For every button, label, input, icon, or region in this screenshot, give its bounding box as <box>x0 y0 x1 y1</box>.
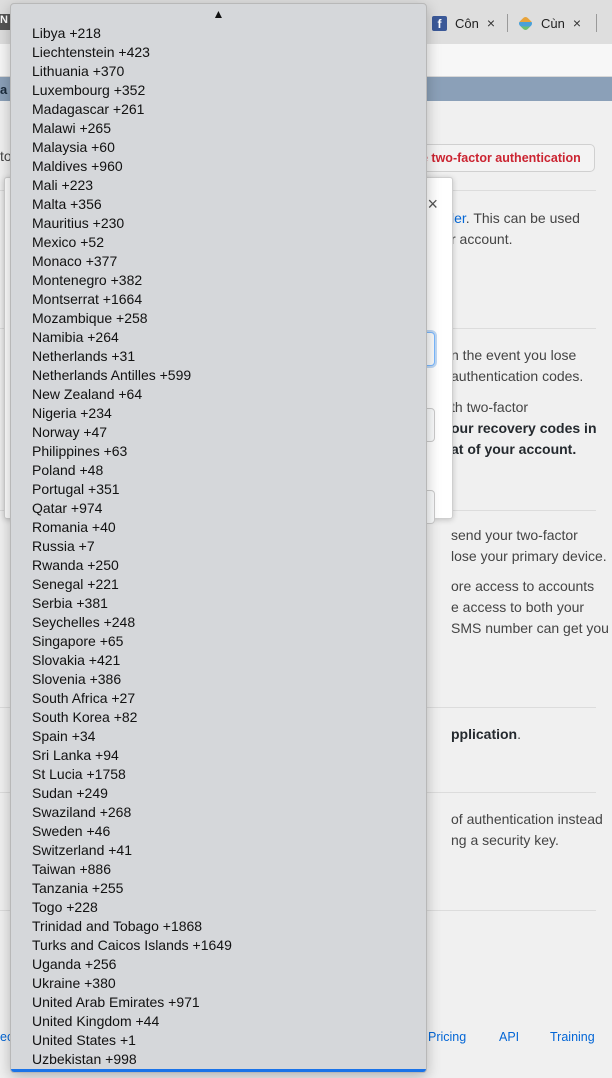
country-option[interactable]: Mali +223 <box>11 176 426 195</box>
country-option[interactable]: Norway +47 <box>11 423 426 442</box>
country-option[interactable]: Senegal +221 <box>11 575 426 594</box>
country-option[interactable]: Montenegro +382 <box>11 271 426 290</box>
description-line: ler. This can be used <box>451 208 580 229</box>
country-option-list: Libya +218 Liechtenstein +423 Lithuania +3… <box>11 24 426 1072</box>
country-option[interactable]: Mauritius +230 <box>11 214 426 233</box>
country-option[interactable]: Venezuela +58 <box>11 1069 426 1072</box>
country-option[interactable]: Serbia +381 <box>11 594 426 613</box>
country-option[interactable]: New Zealand +64 <box>11 385 426 404</box>
scroll-up-arrow-icon[interactable]: ▲ <box>11 4 426 23</box>
recovery-text: th two-factor <box>451 399 529 415</box>
close-tab-icon[interactable]: × <box>573 15 581 31</box>
country-option[interactable]: Maldives +960 <box>11 157 426 176</box>
country-option[interactable]: Sweden +46 <box>11 822 426 841</box>
tab-title: Côn <box>455 15 479 31</box>
country-option[interactable]: Netherlands Antilles +599 <box>11 366 426 385</box>
disable-2fa-button[interactable]: e two-factor authentication <box>412 144 595 172</box>
authenticator-app-text: pplication. <box>451 726 522 742</box>
country-option[interactable]: Luxembourg +352 <box>11 81 426 100</box>
country-option[interactable]: Singapore +65 <box>11 632 426 651</box>
country-option[interactable]: Russia +7 <box>11 537 426 556</box>
country-option[interactable]: Togo +228 <box>11 898 426 917</box>
browser-tab-facebook[interactable]: f Côn × <box>432 12 495 34</box>
country-option[interactable]: Trinidad and Tobago +1868 <box>11 917 426 936</box>
country-option[interactable]: Taiwan +886 <box>11 860 426 879</box>
country-option[interactable]: Sri Lanka +94 <box>11 746 426 765</box>
browser-tab-pinwheel[interactable]: Cùn × <box>518 12 581 34</box>
country-option[interactable]: Poland +48 <box>11 461 426 480</box>
recovery-text: n the event you lose <box>451 347 577 363</box>
country-option[interactable]: South Africa +27 <box>11 689 426 708</box>
country-option[interactable]: Sudan +249 <box>11 784 426 803</box>
help-link[interactable]: ler <box>451 210 466 226</box>
sms-text: SMS number can get you <box>451 620 609 636</box>
country-option[interactable]: Madagascar +261 <box>11 100 426 119</box>
country-option[interactable]: Ukraine +380 <box>11 974 426 993</box>
site-header-partial-text: a <box>0 82 8 97</box>
close-tab-icon[interactable]: × <box>487 15 495 31</box>
country-option[interactable]: Mexico +52 <box>11 233 426 252</box>
footer-link-pricing[interactable]: Pricing <box>428 1030 466 1044</box>
security-key-text: ng a security key. <box>451 832 559 848</box>
country-option[interactable]: Liechtenstein +423 <box>11 43 426 62</box>
country-option[interactable]: Malaysia +60 <box>11 138 426 157</box>
sms-text: ore access to accounts <box>451 578 595 594</box>
country-option[interactable]: Spain +34 <box>11 727 426 746</box>
tab-title: Cùn <box>541 15 565 31</box>
sms-text: e access to both your <box>451 599 585 615</box>
country-option[interactable]: St Lucia +1758 <box>11 765 426 784</box>
country-option[interactable]: Montserrat +1664 <box>11 290 426 309</box>
country-option[interactable]: Libya +218 <box>11 24 426 43</box>
country-option[interactable]: Lithuania +370 <box>11 62 426 81</box>
country-option[interactable]: Namibia +264 <box>11 328 426 347</box>
favicon-partial: N <box>0 14 10 30</box>
recovery-text-bold: at of your account. <box>451 441 577 457</box>
country-option[interactable]: Nigeria +234 <box>11 404 426 423</box>
country-option[interactable]: United Arab Emirates +971 <box>11 993 426 1012</box>
country-option[interactable]: Mozambique +258 <box>11 309 426 328</box>
footer-link-api[interactable]: API <box>499 1030 519 1044</box>
country-option[interactable]: Qatar +974 <box>11 499 426 518</box>
country-option[interactable]: Philippines +63 <box>11 442 426 461</box>
country-option[interactable]: Romania +40 <box>11 518 426 537</box>
facebook-icon: f <box>432 15 447 31</box>
country-option[interactable]: Turks and Caicos Islands +1649 <box>11 936 426 955</box>
description-text: . This can be used <box>465 210 580 226</box>
country-code-dropdown[interactable]: ▲ Libya +218 Liechtenstein +423 Lithuania … <box>10 3 427 1073</box>
country-option[interactable]: Monaco +377 <box>11 252 426 271</box>
tab-divider <box>596 14 597 32</box>
security-key-text: of authentication instead <box>451 811 603 827</box>
country-option[interactable]: Netherlands +31 <box>11 347 426 366</box>
country-option[interactable]: Tanzania +255 <box>11 879 426 898</box>
footer-link-training[interactable]: Training <box>550 1030 595 1044</box>
pinwheel-icon <box>518 16 533 31</box>
recovery-text-bold: our recovery codes in <box>451 420 597 436</box>
recovery-text: authentication codes. <box>451 368 584 384</box>
country-option[interactable]: Malta +356 <box>11 195 426 214</box>
tab-divider <box>507 14 508 32</box>
country-option[interactable]: Switzerland +41 <box>11 841 426 860</box>
country-option[interactable]: Seychelles +248 <box>11 613 426 632</box>
country-option[interactable]: Uganda +256 <box>11 955 426 974</box>
country-option[interactable]: Slovenia +386 <box>11 670 426 689</box>
sms-text: lose your primary device. <box>451 548 607 564</box>
country-option[interactable]: Uzbekistan +998 <box>11 1050 426 1069</box>
description-line: r account. <box>451 231 513 247</box>
country-option[interactable]: South Korea +82 <box>11 708 426 727</box>
country-option[interactable]: Swaziland +268 <box>11 803 426 822</box>
country-option[interactable]: Portugal +351 <box>11 480 426 499</box>
close-icon[interactable]: × <box>427 194 438 215</box>
country-option[interactable]: Malawi +265 <box>11 119 426 138</box>
sms-text: send your two-factor <box>451 527 578 543</box>
country-option[interactable]: United States +1 <box>11 1031 426 1050</box>
country-option[interactable]: Slovakia +421 <box>11 651 426 670</box>
country-option[interactable]: United Kingdom +44 <box>11 1012 426 1031</box>
country-option[interactable]: Rwanda +250 <box>11 556 426 575</box>
